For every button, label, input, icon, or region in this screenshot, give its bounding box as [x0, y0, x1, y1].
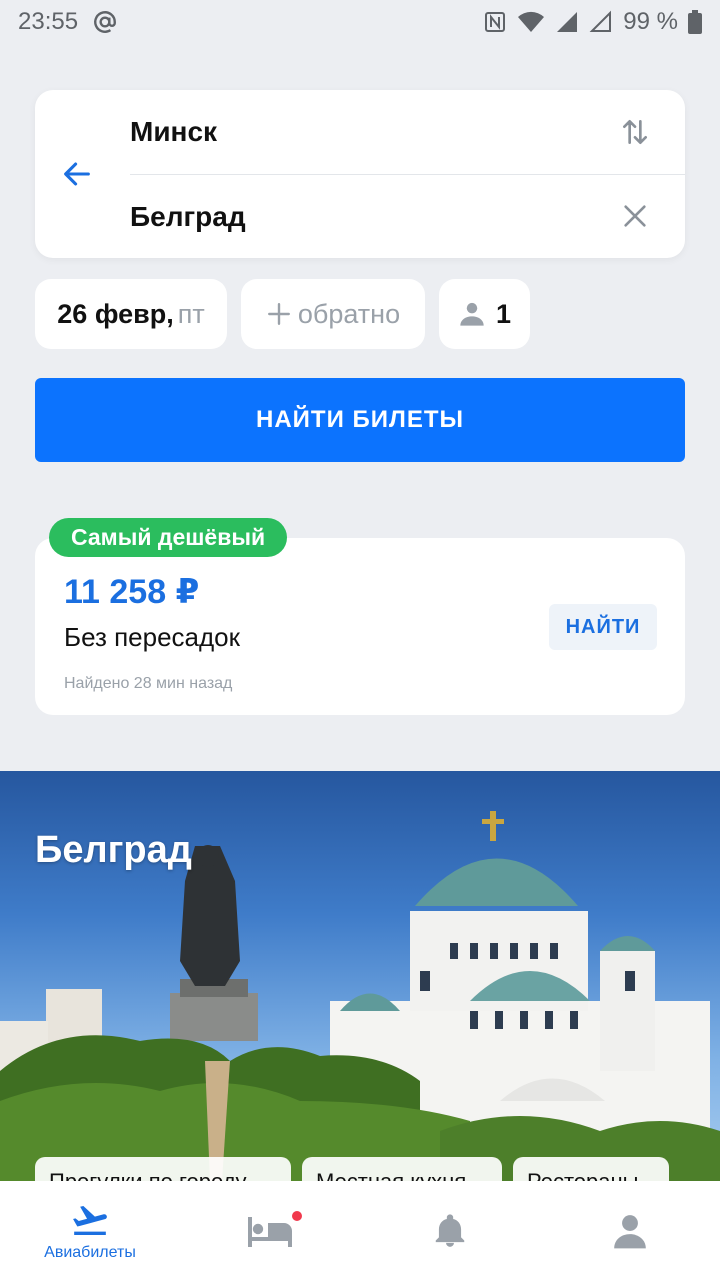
nav-notifications[interactable]	[360, 1181, 540, 1280]
person-icon	[460, 302, 484, 326]
bottom-navigation: Авиабилеты	[0, 1181, 720, 1280]
tag-restaurants-chip[interactable]: Рестораны	[513, 1157, 669, 1181]
destination-field[interactable]: Белград	[130, 201, 246, 233]
nfc-icon	[483, 10, 507, 34]
destination-title: Белград	[35, 829, 192, 871]
tag-local-cuisine-chip[interactable]: Местная кухня	[302, 1157, 502, 1181]
nav-hotels[interactable]	[180, 1181, 360, 1280]
signal-empty-icon	[589, 10, 613, 34]
status-time: 23:55	[18, 8, 79, 35]
route-card: Минск Белград	[35, 90, 685, 258]
swap-button[interactable]	[617, 114, 653, 150]
return-label: обратно	[297, 298, 401, 329]
origin-field[interactable]: Минск	[130, 116, 217, 148]
notification-dot	[290, 1209, 304, 1223]
swap-vertical-icon	[623, 120, 647, 144]
offer-description: Без пересадок	[64, 622, 241, 652]
route-divider	[130, 174, 685, 175]
bell-icon	[435, 1213, 465, 1247]
plus-icon	[267, 303, 290, 325]
back-button[interactable]	[57, 154, 97, 194]
offer-find-button[interactable]: НАЙТИ	[549, 604, 657, 650]
battery-percent: 99 %	[623, 8, 678, 35]
offer-found-time: Найдено 28 мин назад	[64, 675, 233, 692]
destination-banner[interactable]: Белград Прогулки по городу Местная кухня…	[0, 771, 720, 1181]
status-bar: 23:55 99 %	[0, 0, 720, 44]
cheapest-badge: Самый дешёвый	[49, 518, 288, 557]
wifi-icon	[517, 11, 545, 33]
nav-flights[interactable]: Авиабилеты	[0, 1181, 180, 1280]
nav-flights-label: Авиабилеты	[44, 1243, 136, 1261]
profile-icon	[614, 1214, 646, 1248]
return-date-chip[interactable]: обратно	[241, 279, 425, 349]
battery-icon	[688, 10, 702, 34]
offer-price: 11 258 ₽	[64, 573, 200, 611]
arrow-left-icon	[64, 162, 90, 186]
search-tickets-button[interactable]: НАЙТИ БИЛЕТЫ	[35, 378, 685, 462]
date-value: 26 февр	[57, 298, 167, 329]
close-icon	[624, 205, 646, 227]
hotel-bed-icon	[248, 1216, 292, 1247]
clear-destination-button[interactable]	[617, 198, 653, 234]
passengers-chip[interactable]: 1	[439, 279, 530, 349]
airplane-icon	[73, 1205, 107, 1235]
nav-profile[interactable]	[540, 1181, 720, 1280]
date-chip[interactable]: 26 февр, пт	[35, 279, 227, 349]
passengers-count: 1	[495, 298, 512, 329]
cheapest-offer-card[interactable]: 11 258 ₽ Без пересадок Найдено 28 мин на…	[35, 538, 685, 715]
signal-icon	[555, 10, 579, 34]
date-weekday: пт	[177, 298, 205, 329]
tag-walks-chip[interactable]: Прогулки по городу	[35, 1157, 291, 1181]
at-sign-icon	[92, 9, 118, 35]
date-separator: ,	[166, 298, 174, 329]
